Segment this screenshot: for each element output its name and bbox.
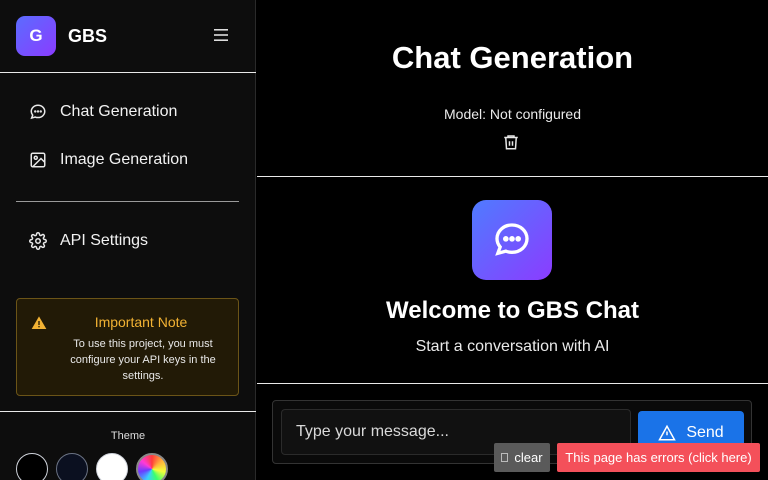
welcome-subtitle: Start a conversation with AI [415,338,610,355]
logo: G [16,16,56,56]
divider [16,201,239,202]
image-icon [28,150,48,170]
clear-box-icon [501,453,509,462]
main-panel: Chat Generation Model: Not configured We… [257,0,768,480]
theme-swatch-dark-navy[interactable] [56,453,88,480]
chat-bubble-icon [28,102,48,122]
brand[interactable]: G GBS [16,16,107,56]
divider [0,411,256,412]
theme-label: Theme [110,430,146,442]
divider [257,176,768,177]
send-label: Send [686,424,724,441]
divider [0,72,256,73]
send-icon [658,424,677,442]
brand-name: GBS [68,25,108,46]
chat-bubble-icon [472,200,552,280]
sidebar-item-chat-generation[interactable]: Chat Generation [28,102,177,122]
clear-label: clear [514,450,543,465]
sidebar-item-label: Image Generation [60,151,189,168]
note-text: To use this project, you must configure … [70,338,216,382]
welcome-title: Welcome to GBS Chat [386,297,639,324]
sidebar: G GBS Chat Generation Image Generation A… [0,0,256,480]
clear-button[interactable]: clear [494,443,550,472]
sidebar-item-image-generation[interactable]: Image Generation [28,150,188,170]
note-title: Important Note [94,314,188,330]
theme-swatch-white[interactable] [96,453,128,480]
theme-swatch-black[interactable] [16,453,48,480]
divider [257,383,768,384]
page-title: Chat Generation [391,40,634,75]
sidebar-item-api-settings[interactable]: API Settings [28,231,148,251]
warning-icon [31,315,47,331]
trash-icon[interactable] [502,133,520,151]
gear-icon [28,231,48,251]
hamburger-icon[interactable] [210,24,232,46]
model-status: Model: Not configured [444,106,581,122]
page-errors-button[interactable]: This page has errors (click here) [557,443,760,472]
sidebar-item-label: API Settings [60,232,149,249]
important-note-box: Important Note To use this project, you … [16,298,239,396]
theme-swatch-rainbow[interactable] [136,453,168,480]
sidebar-item-label: Chat Generation [60,103,178,120]
